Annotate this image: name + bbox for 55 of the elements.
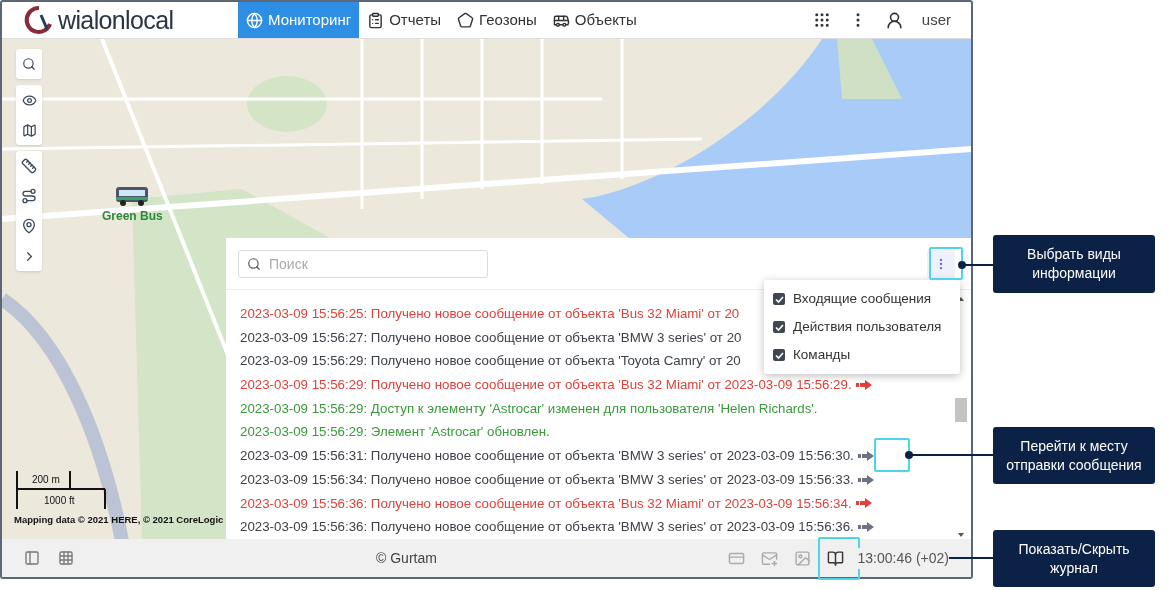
log-entry: 2023-03-09 15:56:29: Получено новое сообщение от объекта 'Bus 32 Miami' от 2023-03-09 15:56:29. xyxy=(240,376,852,394)
callout: Перейти к месту отправки сообщения xyxy=(993,427,1155,484)
callout: Показать/Скрыть журнал xyxy=(993,530,1155,587)
user-icon[interactable] xyxy=(884,10,904,30)
bus-icon[interactable] xyxy=(115,185,150,207)
checkbox[interactable] xyxy=(773,293,785,305)
logo: wialonlocal xyxy=(58,7,174,33)
scale-imperial: 1000 ft xyxy=(44,494,75,508)
nav-tab[interactable]: Отчеты xyxy=(359,2,450,38)
arrow-icon[interactable] xyxy=(857,522,874,533)
menu-item-label[interactable]: Входящие сообщения xyxy=(793,288,932,310)
ruler-icon[interactable] xyxy=(21,158,37,174)
checkbox[interactable] xyxy=(773,321,785,333)
route-icon[interactable] xyxy=(21,188,37,204)
unit-label[interactable]: Green Bus xyxy=(102,207,163,225)
clock: 13:00:46 (+02) xyxy=(853,547,949,569)
log-entry: 2023-03-09 15:56:29: Элемент 'Astrocar' обновлен. xyxy=(240,423,550,442)
menu-item-label[interactable]: Команды xyxy=(793,344,851,366)
search-icon xyxy=(247,256,261,271)
park-area xyxy=(837,39,902,99)
arrow-icon[interactable] xyxy=(855,379,872,390)
nav-tab[interactable]: Геозоны xyxy=(449,2,545,38)
arrow-icon[interactable] xyxy=(857,451,874,462)
callout: Выбрать виды информации xyxy=(993,235,1155,293)
menu-item-label[interactable]: Действия пользователя xyxy=(793,316,942,338)
map-attribution: Mapping data © 2021 HERE, © 2021 CoreLogic xyxy=(14,512,224,527)
arrow-icon[interactable] xyxy=(857,474,874,485)
globe-icon xyxy=(246,11,263,29)
polygon-icon xyxy=(457,11,475,29)
copyright: © Gurtam xyxy=(376,548,437,568)
highlight-frame xyxy=(818,537,860,580)
checkbox[interactable] xyxy=(773,349,785,361)
search-icon[interactable] xyxy=(22,57,36,71)
map-icon[interactable] xyxy=(21,122,37,138)
clipboard-icon xyxy=(367,11,385,29)
arrow-icon[interactable] xyxy=(855,498,872,509)
panel-icon[interactable] xyxy=(24,550,40,566)
apps-grid-icon[interactable] xyxy=(812,11,831,29)
log-entry: 2023-03-09 15:56:27: Получено новое сообщение от объекта 'BMW 3 series' от 20 xyxy=(240,328,742,347)
logo-icon xyxy=(24,5,54,35)
log-entry: 2023-03-09 15:56:29: Получено новое сообщение от объекта 'Toyota Camry' от 20 xyxy=(240,352,741,371)
log-entry: 2023-03-09 15:56:36: Получено новое сообщение от объекта 'Bus 32 Miami' от 2023-03-09 15:56:34. xyxy=(240,494,852,513)
scale-metric: 200 m xyxy=(32,473,60,487)
log-entry: 2023-03-09 15:56:31: Получено новое сообщение от объекта 'BMW 3 series' от 2023-03-09 15:56:30. xyxy=(240,447,854,466)
nav-tab[interactable]: Объекты xyxy=(544,2,645,38)
user-name[interactable]: user xyxy=(921,8,951,32)
log-entry: 2023-03-09 15:56:29: Доступ к элементу 'Astrocar' изменен для пользователя 'Helen Richards'. xyxy=(240,399,818,418)
search-field[interactable]: Поиск xyxy=(238,249,488,278)
log-toggle-icon[interactable] xyxy=(826,549,844,567)
log-entry: 2023-03-09 15:56:36: Получено новое сообщение от объекта 'BMW 3 series' от 2023-03-09 15:56:36. xyxy=(240,518,854,537)
pins-icon[interactable] xyxy=(21,218,37,234)
grid-icon[interactable] xyxy=(58,550,74,566)
log-entry: 2023-03-09 15:56:25: Получено новое сообщение от объекта 'Bus 32 Miami' от 20 xyxy=(240,304,740,323)
log-entry: 2023-03-09 15:56:34: Получено новое сообщение от объекта 'BMW 3 series' от 2023-03-09 15:56:33. xyxy=(240,470,854,489)
eye-icon[interactable] xyxy=(21,92,37,108)
